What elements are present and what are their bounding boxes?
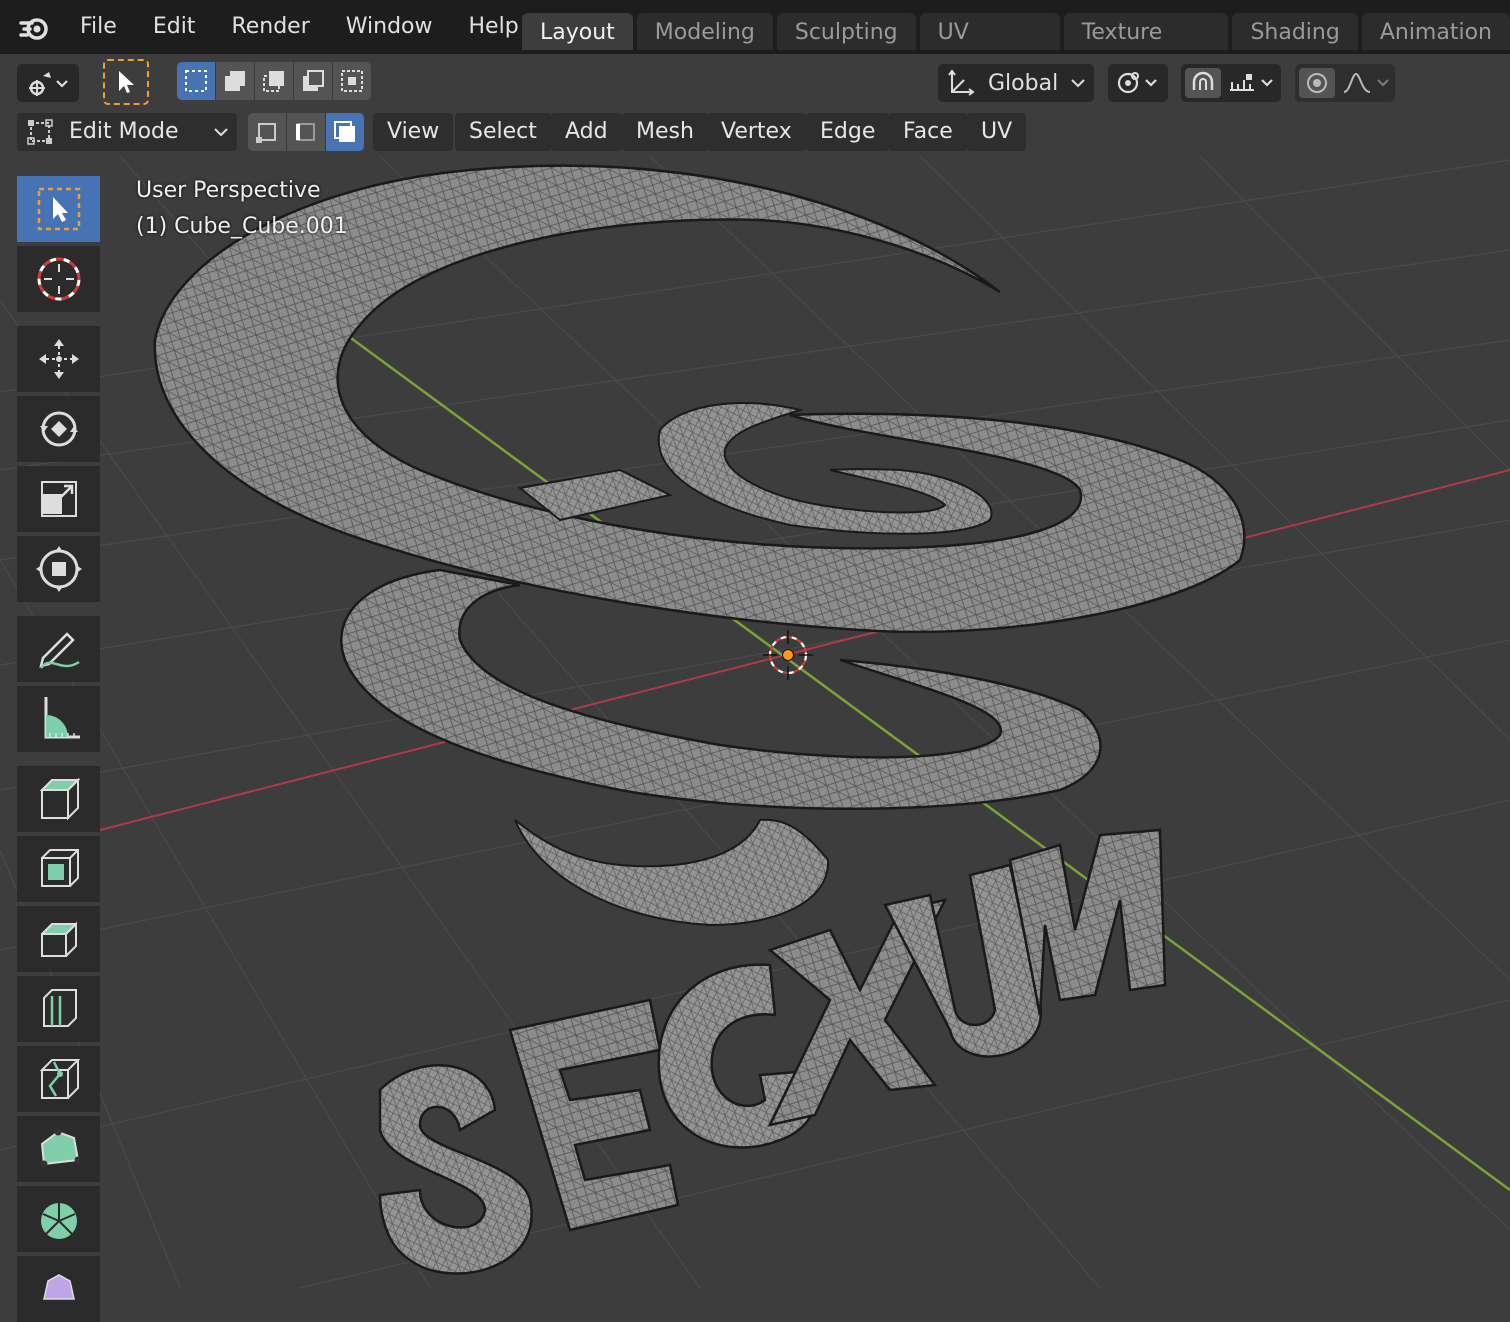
scale-icon <box>40 481 77 517</box>
vertex-select-glyph <box>256 123 276 143</box>
mode-label: Edit Mode <box>69 119 179 144</box>
tool-options-dropdown[interactable] <box>17 64 79 102</box>
tool-extrude[interactable] <box>17 836 100 902</box>
orientation-axes-icon <box>948 69 975 96</box>
menu-select[interactable]: Select <box>455 113 551 151</box>
face-select-icon[interactable] <box>326 113 364 151</box>
select-box-icon <box>37 187 80 231</box>
tool-settings-header: Global <box>0 54 1510 108</box>
snapping-controls[interactable] <box>1181 64 1281 102</box>
face-select-glyph <box>334 121 355 142</box>
tab-shading[interactable]: Shading <box>1232 13 1358 50</box>
select-intersect-icon[interactable] <box>333 62 371 100</box>
orientation-label: Global <box>988 70 1059 96</box>
select-extend-glyph <box>225 71 245 91</box>
workspace-tabs: Layout Modeling Sculpting UV Editing Tex… <box>522 13 1510 85</box>
tool-rotate[interactable] <box>17 396 100 462</box>
pivot-point-icon <box>1117 72 1157 94</box>
rotate-icon <box>39 411 78 447</box>
menu-mesh[interactable]: Mesh <box>622 113 708 151</box>
tool-spin[interactable] <box>17 1186 100 1252</box>
tool-cursor[interactable] <box>17 246 100 312</box>
transform-orientation-dropdown[interactable]: Global <box>938 64 1094 102</box>
blender-logo-icon[interactable] <box>18 10 52 44</box>
menu-edge[interactable]: Edge <box>806 113 890 151</box>
tool-transform[interactable] <box>17 536 100 602</box>
smooth-vertices-icon <box>42 1274 75 1300</box>
viewport-canvas[interactable] <box>0 156 1510 1288</box>
tab-animation[interactable]: Animation <box>1361 13 1510 50</box>
menu-add[interactable]: Add <box>551 113 622 151</box>
select-mode-buttons <box>248 113 364 151</box>
vertex-select-icon[interactable] <box>248 113 287 151</box>
menu-uv[interactable]: UV <box>967 113 1027 151</box>
select-subtract-glyph <box>263 71 284 92</box>
select-intersect-glyph <box>341 70 363 92</box>
chevron-down-icon <box>1071 79 1085 88</box>
tab-sculpting[interactable]: Sculpting <box>776 13 916 50</box>
mode-dropdown[interactable]: Edit Mode <box>17 113 237 151</box>
select-extend-icon[interactable] <box>216 62 255 100</box>
tool-inset[interactable] <box>17 906 100 972</box>
tool-loop-cut[interactable] <box>17 1046 100 1112</box>
cursor-tool-icon <box>37 257 80 301</box>
snap-magnet-icon <box>1185 68 1273 98</box>
select-new-icon[interactable] <box>177 62 216 100</box>
tool-move[interactable] <box>17 326 100 392</box>
selection-mode-buttons <box>177 62 371 100</box>
transform-icon <box>35 546 82 592</box>
bevel-icon <box>42 989 77 1027</box>
tab-uv-editing[interactable]: UV Editing <box>919 13 1060 85</box>
add-cube-icon <box>39 777 80 821</box>
edit-mode-icon <box>27 119 53 145</box>
pivot-point-dropdown[interactable] <box>1108 64 1168 102</box>
spin-icon <box>40 1203 77 1239</box>
chevron-down-icon <box>214 128 228 137</box>
viewport-perspective-label: User Perspective <box>136 178 321 203</box>
inset-faces-icon <box>40 921 77 957</box>
proportional-editing-controls[interactable] <box>1295 64 1395 102</box>
poly-build-icon <box>40 1128 81 1168</box>
menu-render[interactable]: Render <box>213 0 327 54</box>
proportional-edit-icon <box>1299 68 1389 98</box>
loop-cut-icon <box>39 1059 80 1099</box>
menu-face[interactable]: Face <box>889 113 967 151</box>
menu-edit[interactable]: Edit <box>135 0 214 54</box>
tool-add-cube[interactable] <box>17 766 100 832</box>
tool-select-box[interactable] <box>17 176 100 242</box>
tool-dropdown-icon <box>29 72 68 96</box>
annotate-pencil-icon <box>38 632 80 669</box>
top-menu-bar: File Edit Render Window Help Layout Mode… <box>0 0 1510 85</box>
tab-texture-paint[interactable]: Texture Paint <box>1063 13 1229 85</box>
tool-bevel[interactable] <box>17 976 100 1042</box>
tab-layout[interactable]: Layout <box>522 13 633 50</box>
tool-poly-build[interactable] <box>17 1116 100 1182</box>
menu-view[interactable]: View <box>373 113 454 151</box>
select-invert-icon[interactable] <box>294 62 333 100</box>
menu-window[interactable]: Window <box>328 0 451 54</box>
tool-annotate[interactable] <box>17 616 100 682</box>
select-invert-glyph <box>303 70 324 91</box>
tool-scale[interactable] <box>17 466 100 532</box>
edge-select-glyph <box>296 123 315 141</box>
logo-mesh-arc-piece[interactable] <box>514 818 830 927</box>
viewport-header: Edit Mode View Select Add Mesh Vertex Ed… <box>0 108 1510 156</box>
3d-viewport[interactable]: User Perspective (1) Cube_Cube.001 <box>0 156 1510 1288</box>
tool-measure[interactable] <box>17 686 100 752</box>
viewport-object-label: (1) Cube_Cube.001 <box>136 214 348 239</box>
menu-vertex[interactable]: Vertex <box>707 113 806 151</box>
select-box-tool-button[interactable] <box>103 59 149 105</box>
tab-modeling[interactable]: Modeling <box>636 13 773 50</box>
tool-smooth[interactable] <box>17 1256 100 1322</box>
select-new-glyph <box>185 70 207 92</box>
menu-file[interactable]: File <box>62 0 135 54</box>
object-origin-icon <box>782 649 794 661</box>
extrude-region-icon <box>40 849 79 887</box>
cursor-arrow-icon <box>119 71 134 93</box>
edge-select-icon[interactable] <box>287 113 326 151</box>
move-arrows-icon <box>38 339 79 379</box>
select-subtract-icon[interactable] <box>255 62 294 100</box>
measure-ruler-icon <box>44 697 80 739</box>
